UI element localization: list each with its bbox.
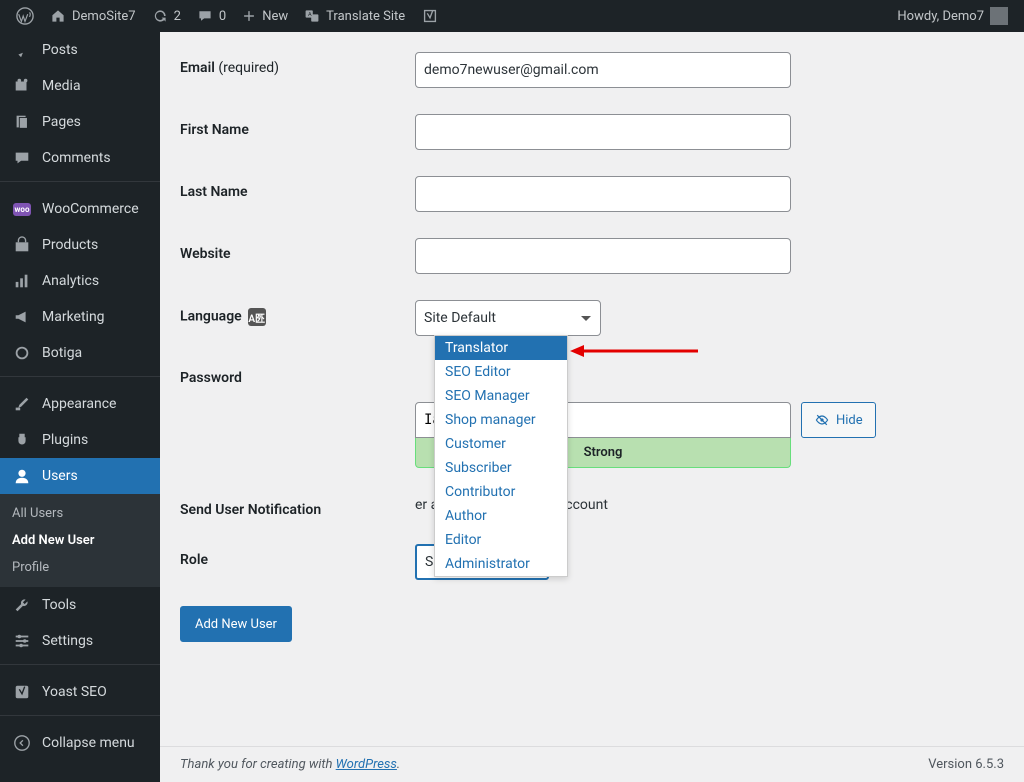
nav-products[interactable]: Products xyxy=(0,227,160,263)
role-option-seo-editor[interactable]: SEO Editor xyxy=(435,360,567,384)
yoast-bar-icon[interactable] xyxy=(413,0,447,32)
nav-woocommerce[interactable]: wooWooCommerce xyxy=(0,191,160,227)
nav-appearance[interactable]: Appearance xyxy=(0,386,160,422)
website-field[interactable] xyxy=(415,238,791,274)
nav-media[interactable]: Media xyxy=(0,68,160,104)
first-name-label: First Name xyxy=(180,114,415,138)
products-icon xyxy=(12,235,32,255)
main-content: Email (required) First Name Last Name We… xyxy=(160,32,1024,782)
pages-icon xyxy=(12,112,32,132)
account-link[interactable]: Howdy, Demo7 xyxy=(889,0,1016,32)
role-option-author[interactable]: Author xyxy=(435,504,567,528)
analytics-icon xyxy=(12,271,32,291)
nav-plugins[interactable]: Plugins xyxy=(0,422,160,458)
admin-toolbar: DemoSite7 2 0 New ATranslate Site Howdy,… xyxy=(0,0,1024,32)
pin-icon xyxy=(12,40,32,60)
megaphone-icon xyxy=(12,307,32,327)
wp-logo[interactable] xyxy=(8,0,42,32)
site-name-link[interactable]: DemoSite7 xyxy=(42,0,144,32)
wordpress-link[interactable]: WordPress xyxy=(336,757,397,772)
role-option-editor[interactable]: Editor xyxy=(435,528,567,552)
annotation-arrow xyxy=(570,343,698,359)
admin-sidebar: Posts Media Pages Comments wooWooCommerc… xyxy=(0,32,160,782)
role-option-translator[interactable]: Translator xyxy=(435,336,567,360)
password-label: Password xyxy=(180,362,415,386)
notification-label: Send User Notification xyxy=(180,494,415,518)
role-label: Role xyxy=(180,544,415,568)
nav-yoast[interactable]: Yoast SEO xyxy=(0,674,160,710)
email-field[interactable] xyxy=(415,52,791,88)
svg-text:A: A xyxy=(308,12,312,18)
translate-icon: A㔰 xyxy=(248,308,266,326)
woo-icon: woo xyxy=(12,199,32,219)
botiga-icon xyxy=(12,343,32,363)
sliders-icon xyxy=(12,631,32,651)
comment-icon xyxy=(12,148,32,168)
translate-site-link[interactable]: ATranslate Site xyxy=(296,0,413,32)
website-label: Website xyxy=(180,238,415,262)
yoast-icon xyxy=(12,682,32,702)
nav-comments[interactable]: Comments xyxy=(0,140,160,176)
language-label: LanguageA㔰 xyxy=(180,300,415,326)
nav-collapse[interactable]: Collapse menu xyxy=(0,725,160,761)
subnav-all-users[interactable]: All Users xyxy=(0,500,160,527)
nav-analytics[interactable]: Analytics xyxy=(0,263,160,299)
add-new-user-button[interactable]: Add New User xyxy=(180,606,292,642)
users-submenu: All Users Add New User Profile xyxy=(0,494,160,587)
nav-users[interactable]: Users xyxy=(0,458,160,494)
admin-footer: Thank you for creating with WordPress. V… xyxy=(160,746,1024,782)
new-content-link[interactable]: New xyxy=(234,0,296,32)
role-option-subscriber[interactable]: Subscriber xyxy=(435,456,567,480)
role-dropdown: Translator SEO Editor SEO Manager Shop m… xyxy=(434,335,568,577)
version-text: Version 6.5.3 xyxy=(928,757,1004,772)
role-option-seo-manager[interactable]: SEO Manager xyxy=(435,384,567,408)
last-name-field[interactable] xyxy=(415,176,791,212)
wrench-icon xyxy=(12,595,32,615)
nav-marketing[interactable]: Marketing xyxy=(0,299,160,335)
subnav-profile[interactable]: Profile xyxy=(0,554,160,581)
eye-slash-icon xyxy=(814,412,830,428)
role-option-contributor[interactable]: Contributor xyxy=(435,480,567,504)
first-name-field[interactable] xyxy=(415,114,791,150)
language-select[interactable]: Site Default xyxy=(415,300,601,336)
nav-botiga[interactable]: Botiga xyxy=(0,335,160,371)
avatar xyxy=(990,7,1008,25)
user-icon xyxy=(12,466,32,486)
email-label: Email (required) xyxy=(180,52,415,76)
nav-posts[interactable]: Posts xyxy=(0,32,160,68)
comments-link[interactable]: 0 xyxy=(189,0,234,32)
plug-icon xyxy=(12,430,32,450)
role-option-customer[interactable]: Customer xyxy=(435,432,567,456)
brush-icon xyxy=(12,394,32,414)
hide-password-button[interactable]: Hide xyxy=(801,402,876,438)
nav-settings[interactable]: Settings xyxy=(0,623,160,659)
role-option-administrator[interactable]: Administrator xyxy=(435,552,567,576)
last-name-label: Last Name xyxy=(180,176,415,200)
subnav-add-new-user[interactable]: Add New User xyxy=(0,527,160,554)
nav-pages[interactable]: Pages xyxy=(0,104,160,140)
collapse-icon xyxy=(12,733,32,753)
updates-link[interactable]: 2 xyxy=(144,0,189,32)
media-icon xyxy=(12,76,32,96)
role-option-shop-manager[interactable]: Shop manager xyxy=(435,408,567,432)
nav-tools[interactable]: Tools xyxy=(0,587,160,623)
